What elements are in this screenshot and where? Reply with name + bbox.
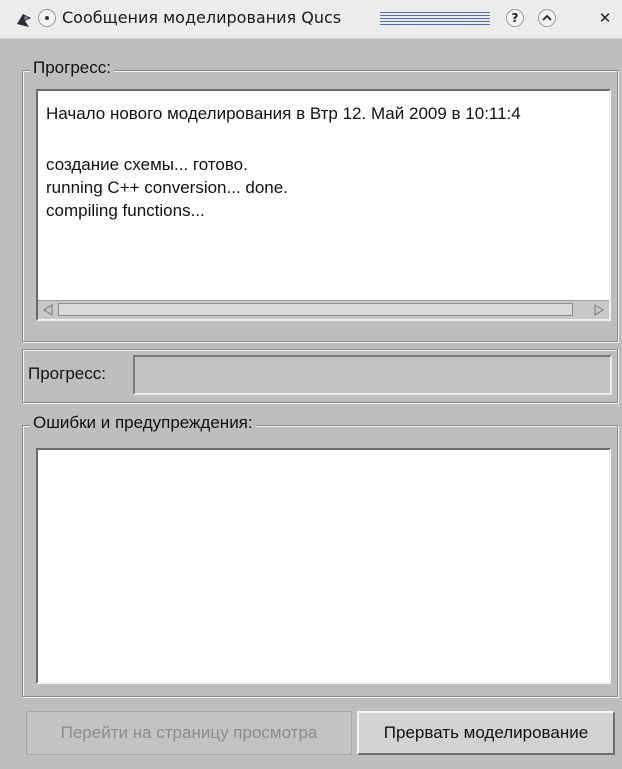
window-menu-icon[interactable] [38, 9, 56, 27]
progress-bar [133, 355, 612, 395]
log-line: создание схемы... готово. [46, 155, 248, 174]
progress-group-label: Прогресс: [30, 58, 114, 78]
log-line: running C++ conversion... done. [46, 178, 288, 197]
shade-icon[interactable] [538, 9, 556, 27]
qucs-app-icon[interactable] [14, 10, 34, 30]
window-title: Сообщения моделирования Qucs [62, 8, 342, 27]
log-line: Начало нового моделирования в Втр 12. Ма… [46, 104, 521, 123]
progress-label: Прогресс: [28, 364, 106, 383]
progress-log[interactable]: Начало нового моделирования в Втр 12. Ма… [36, 89, 611, 321]
scroll-right-icon[interactable] [590, 302, 608, 318]
titlebar-decoration [380, 12, 490, 26]
scrollbar-thumb[interactable] [58, 303, 573, 316]
help-icon[interactable]: ? [506, 9, 524, 27]
close-icon[interactable]: ✕ [596, 9, 614, 27]
errors-group-label: Ошибки и предупреждения: [30, 413, 256, 433]
goto-display-button[interactable]: Перейти на страницу просмотра [26, 711, 352, 755]
errors-log[interactable] [36, 448, 611, 684]
horizontal-scrollbar[interactable] [38, 300, 609, 319]
abort-simulation-button[interactable]: Прервать моделирование [357, 711, 615, 755]
scroll-left-icon[interactable] [39, 302, 57, 318]
window-titlebar[interactable]: Сообщения моделирования Qucs ? ✕ [0, 0, 622, 39]
log-line: compiling functions... [46, 201, 205, 220]
